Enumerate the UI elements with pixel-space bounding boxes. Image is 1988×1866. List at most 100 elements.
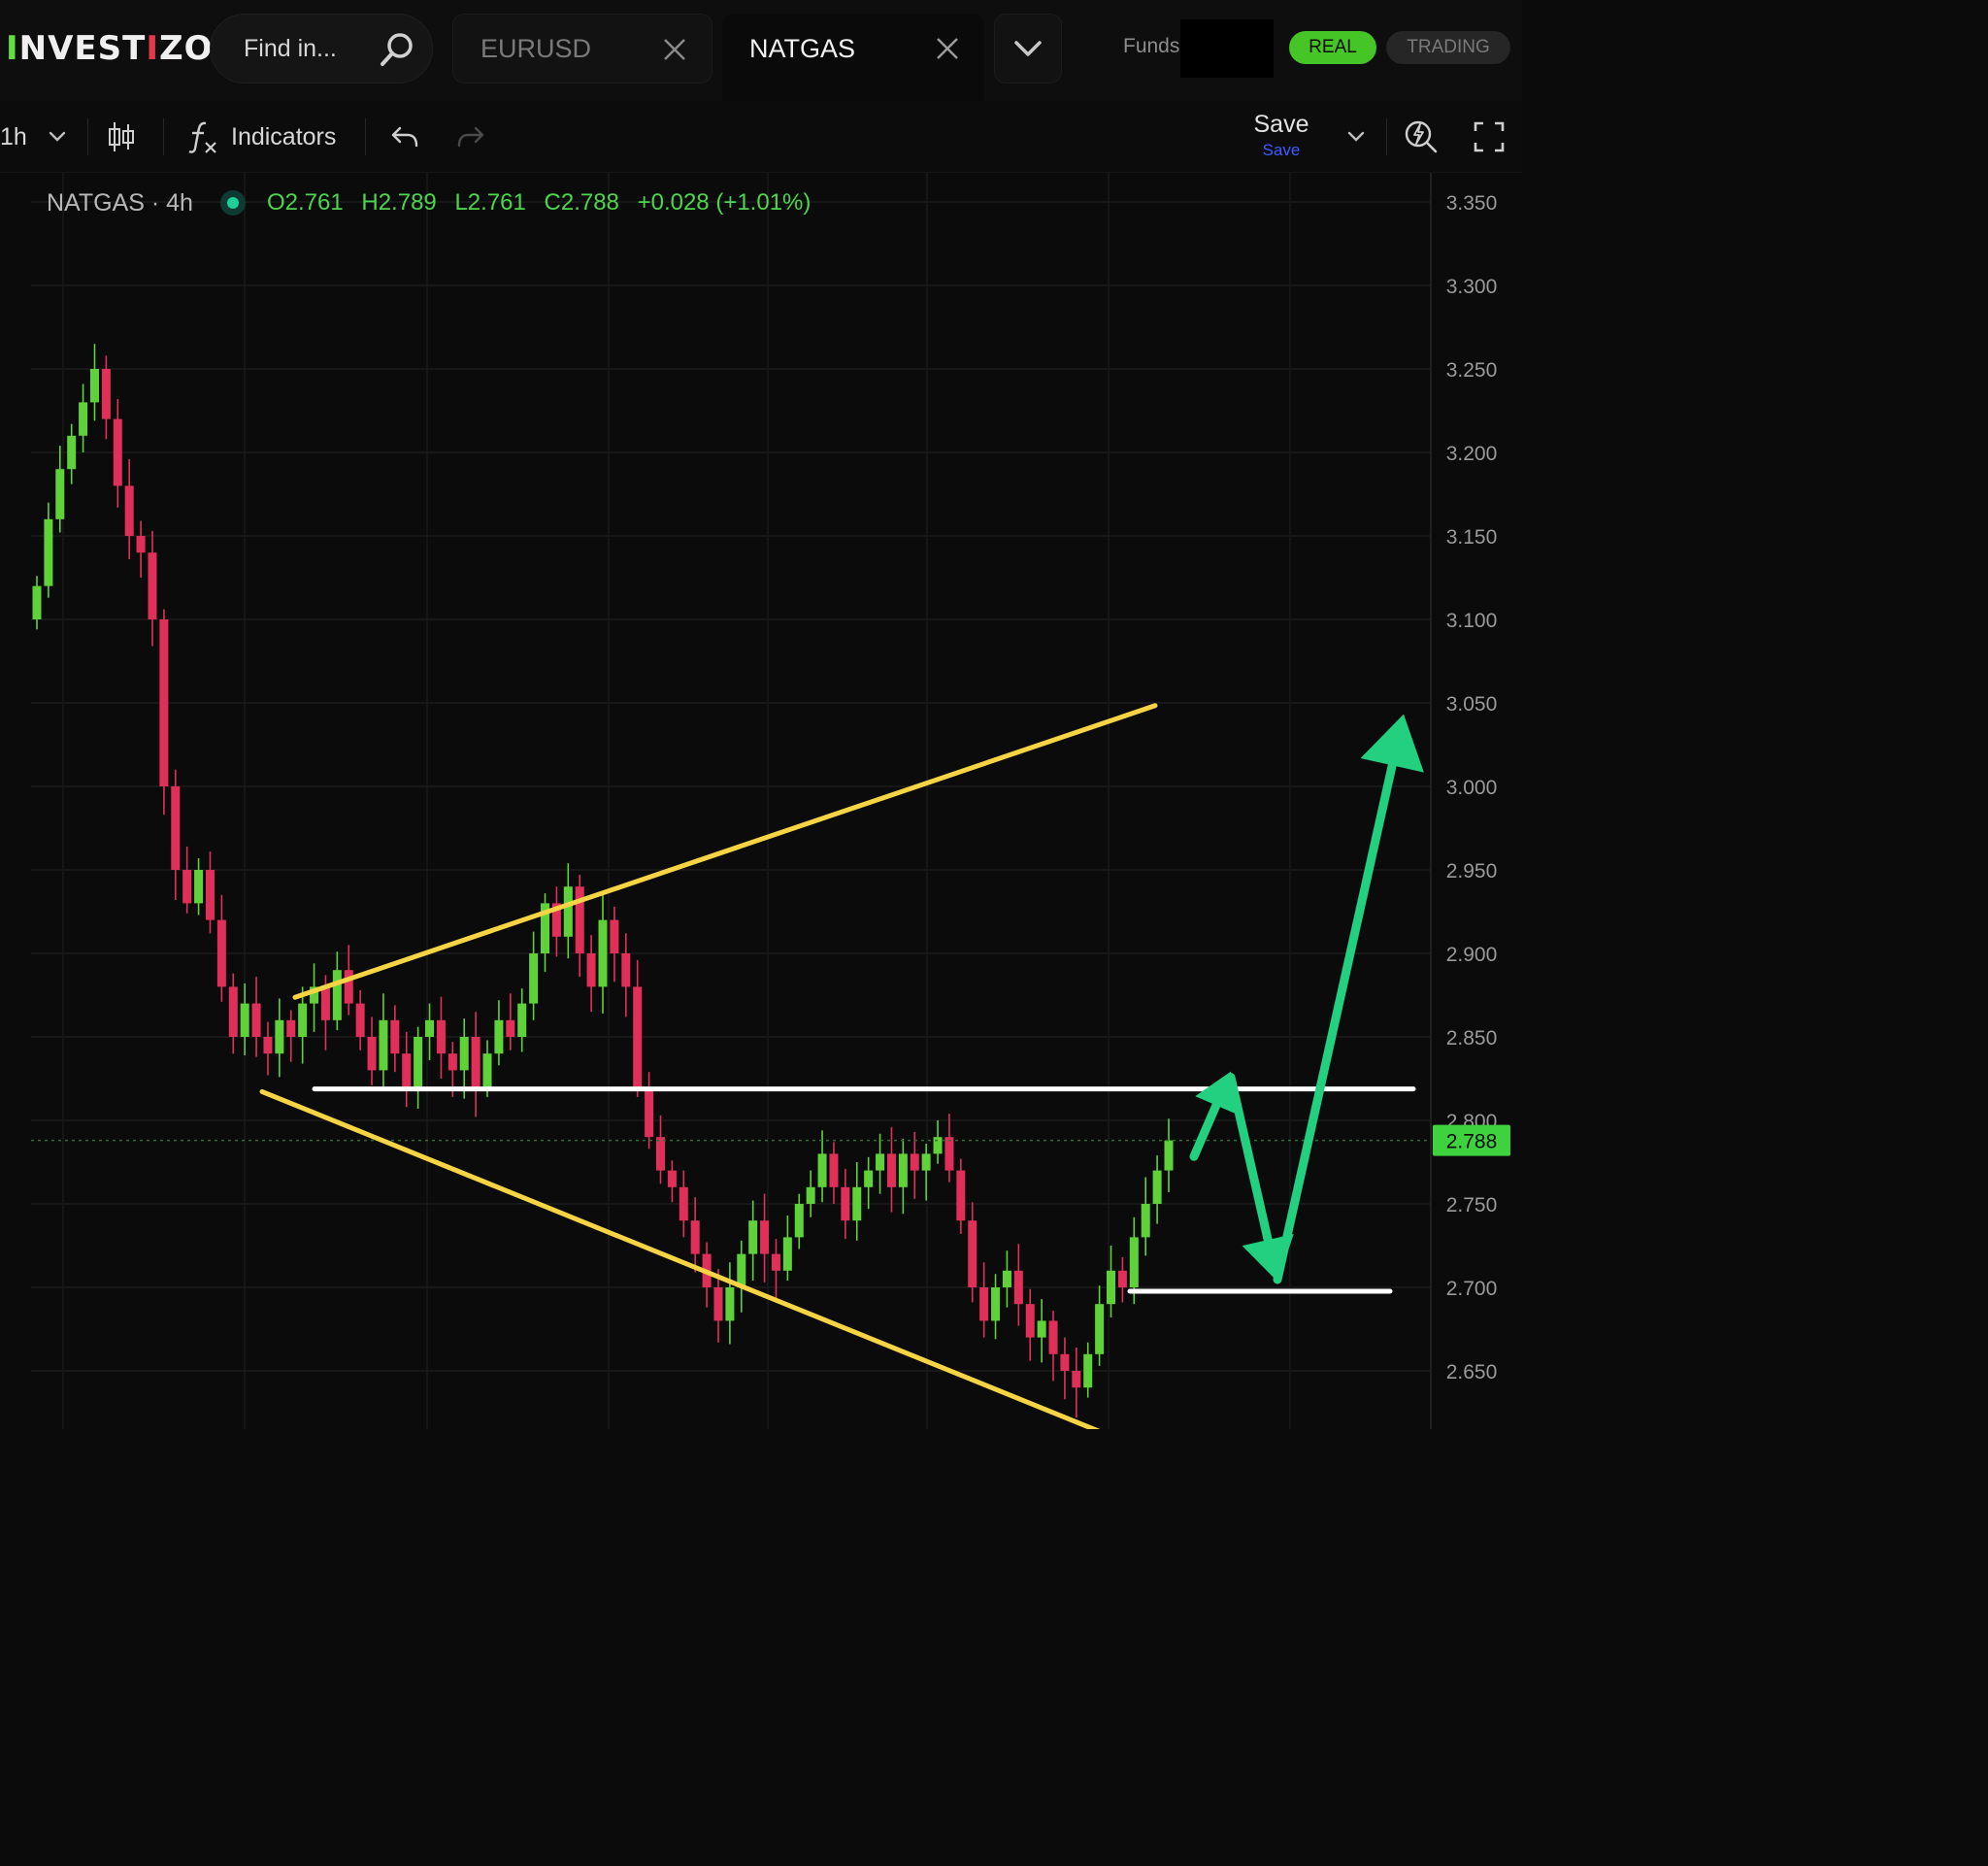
search-placeholder: Find in...: [244, 34, 337, 62]
candle-bearish: [910, 1153, 919, 1171]
candle-bullish: [876, 1153, 885, 1171]
projection-arrow-breakout-shaft: [1273, 760, 1397, 1284]
legend-open: O2.761: [266, 189, 344, 216]
chevron-down-icon: [49, 131, 66, 142]
candle-bearish: [944, 1137, 954, 1171]
logo-letters: NVEST: [18, 29, 147, 68]
candle-bearish: [355, 1003, 365, 1037]
redo-button[interactable]: [456, 101, 485, 173]
chevron-down-icon: [1014, 41, 1042, 56]
candle-bearish: [447, 1053, 457, 1071]
candles-icon: [109, 122, 134, 151]
candle-bearish: [216, 919, 226, 987]
interval-selector[interactable]: 1h: [0, 101, 66, 173]
y-axis-tick-label: 2.650: [1446, 1361, 1498, 1383]
candle-bullish: [379, 1019, 388, 1071]
zoom-lightning-icon: [1405, 120, 1438, 153]
candle-bearish: [506, 1019, 515, 1037]
candle-bullish: [1164, 1140, 1174, 1171]
candle-bearish: [171, 786, 181, 870]
candle-bearish: [655, 1137, 665, 1171]
logo-letter: I: [6, 29, 19, 68]
candle-bullish: [332, 970, 342, 1020]
candle-bullish: [459, 1037, 469, 1071]
candle-bearish: [690, 1220, 700, 1254]
candle-bullish: [298, 1003, 308, 1037]
candle-bearish: [182, 870, 192, 904]
y-axis-tick-label: 2.750: [1446, 1194, 1498, 1216]
indicators-label: Indicators: [231, 122, 337, 150]
chart-type-button[interactable]: [107, 101, 136, 173]
logo-letter: I: [146, 29, 159, 68]
legend-ohlc: O2.761 H2.789 L2.761 C2.788 +0.028 (+1.0…: [267, 189, 822, 217]
y-axis-tick-label: 2.850: [1446, 1027, 1498, 1050]
tab-label: EURUSD: [480, 33, 592, 63]
y-axis-tick-label: 3.350: [1446, 192, 1498, 215]
candle-bearish: [148, 552, 157, 619]
candle-bearish: [679, 1186, 688, 1221]
candle-bullish: [864, 1170, 874, 1187]
tab-eurusd[interactable]: EURUSD: [452, 14, 712, 83]
mode-real-toggle[interactable]: REAL: [1289, 31, 1376, 64]
funds-label: Funds: [1123, 35, 1180, 57]
candle-bullish: [517, 1003, 527, 1037]
legend-change: +0.028 (+1.01%): [637, 189, 812, 216]
candle-bearish: [1048, 1320, 1058, 1354]
funds-value-redacted: [1180, 19, 1274, 78]
undo-icon: [391, 126, 418, 148]
legend-low: L2.761: [454, 189, 526, 216]
legend-close: C2.788: [544, 189, 619, 216]
candle-bearish: [1117, 1270, 1127, 1287]
candle-bearish: [968, 1220, 977, 1287]
candle-bearish: [713, 1287, 723, 1321]
close-icon[interactable]: [661, 36, 688, 63]
candle-bearish: [228, 986, 238, 1037]
candle-bearish: [956, 1170, 966, 1221]
fullscreen-button[interactable]: [1474, 101, 1505, 173]
projection-arrow-down-shaft: [1226, 1073, 1273, 1245]
last-price-label: 2.788: [1446, 1131, 1498, 1153]
candle-bearish: [841, 1186, 850, 1221]
save-label: Save: [1253, 111, 1309, 138]
candle-bullish: [55, 469, 65, 519]
candle-bullish: [817, 1153, 827, 1187]
save-options-dropdown[interactable]: [1347, 101, 1365, 173]
search-box[interactable]: Find in...: [210, 14, 433, 83]
candle-bullish: [991, 1287, 1001, 1321]
tab-natgas[interactable]: NATGAS: [722, 14, 984, 101]
search-icon[interactable]: [378, 30, 416, 69]
close-icon[interactable]: [934, 35, 961, 62]
candle-bullish: [32, 585, 42, 619]
candle-bullish: [933, 1137, 943, 1154]
y-axis-tick-label: 3.250: [1446, 359, 1498, 382]
candle-bearish: [367, 1037, 377, 1071]
quick-search-button[interactable]: [1404, 101, 1439, 173]
candle-bullish: [414, 1037, 423, 1087]
candle-bearish: [829, 1153, 839, 1187]
toolbar-divider: [163, 118, 164, 155]
candle-bullish: [725, 1287, 735, 1321]
candle-bullish: [494, 1019, 504, 1054]
chevron-down-icon: [1347, 131, 1365, 142]
y-axis-tick-label: 2.950: [1446, 860, 1498, 883]
candle-bullish: [1095, 1304, 1105, 1354]
legend-high: H2.789: [361, 189, 437, 216]
candle-bullish: [67, 435, 77, 470]
fullscreen-icon: [1474, 121, 1505, 152]
projection-arrow-breakout-head: [1360, 714, 1424, 773]
indicators-button[interactable]: Indicators: [186, 101, 336, 173]
tabs-dropdown-button[interactable]: [994, 14, 1062, 83]
candle-bullish: [1152, 1170, 1162, 1204]
undo-button[interactable]: [390, 101, 419, 173]
investizo-logo[interactable]: I NVEST I ZO: [6, 21, 214, 76]
save-button[interactable]: Save Save: [1242, 111, 1320, 160]
price-chart[interactable]: 3.350 3.300 3.250 3.200 3.150 3.100 3.050 3.000…: [0, 173, 1522, 1429]
chart-canvas[interactable]: 3.350 3.300 3.250 3.200 3.150 3.100 3.050 3.000…: [0, 173, 1522, 1429]
candle-bearish: [575, 886, 584, 953]
candle-bullish: [44, 518, 53, 586]
candle-bullish: [240, 1003, 249, 1037]
mode-trading-toggle[interactable]: TRADING: [1386, 31, 1510, 64]
redo-icon: [457, 126, 484, 148]
toolbar-divider: [1386, 118, 1387, 155]
save-sublabel: Save: [1262, 141, 1301, 159]
